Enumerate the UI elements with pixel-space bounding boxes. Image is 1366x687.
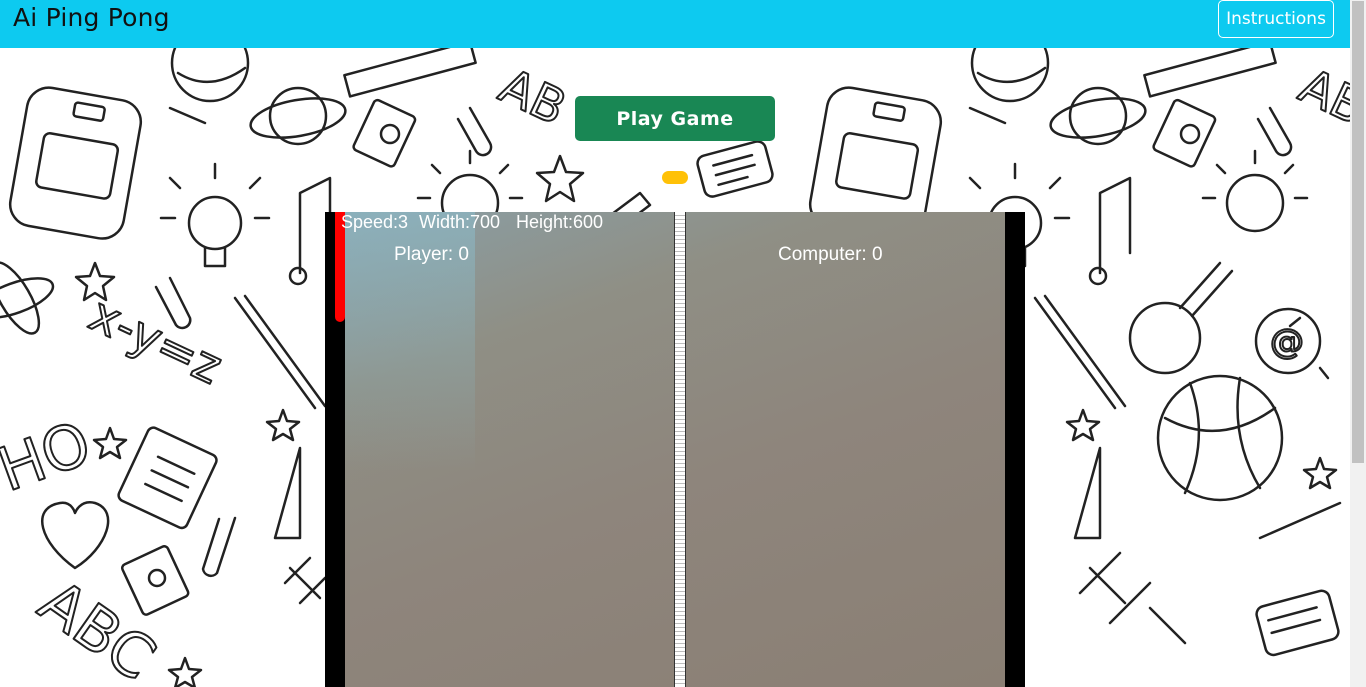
app-brand-title[interactable]: Ai Ping Pong: [13, 3, 170, 32]
game-canvas[interactable]: Speed:3 Width:700 Height:600 Player: 0 C…: [325, 212, 1025, 687]
instructions-button[interactable]: Instructions: [1218, 0, 1334, 38]
top-navbar: Ai Ping Pong Instructions: [0, 0, 1350, 48]
scrollbar-thumb[interactable]: [1352, 1, 1364, 463]
svg-text:@: @: [1270, 322, 1304, 362]
svg-text:AB: AB: [1291, 58, 1350, 137]
svg-text:AB: AB: [491, 58, 574, 137]
svg-text:ABC: ABC: [27, 567, 168, 687]
net-center-line: [674, 212, 686, 687]
loading-indicator: [662, 171, 688, 184]
computer-score: Computer: 0: [778, 244, 883, 265]
svg-text:x-y=z: x-y=z: [81, 286, 230, 395]
page-scrollbar[interactable]: [1350, 0, 1366, 687]
svg-text:HO: HO: [0, 408, 100, 505]
speed-readout: Speed:3: [341, 212, 409, 232]
play-game-button[interactable]: Play Game: [575, 96, 775, 141]
height-readout: Height:600: [516, 212, 604, 232]
backpack-doodle: [8, 86, 143, 240]
player-score: Player: 0: [394, 244, 469, 265]
width-readout: Width:700: [419, 212, 501, 232]
